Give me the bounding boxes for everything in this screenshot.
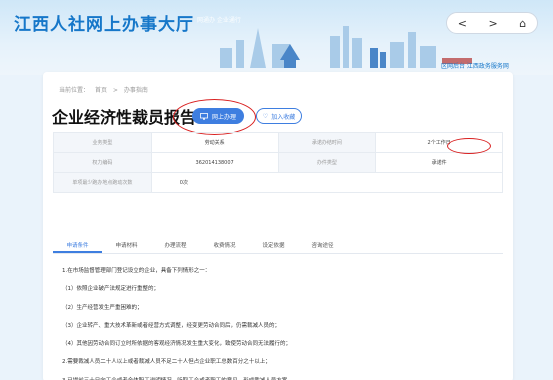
city-skyline-illustration [220,26,472,68]
home-icon[interactable]: ⌂ [519,17,526,30]
forward-icon[interactable]: > [488,17,497,30]
info-key: 业务类型 [53,132,152,153]
conditions-content: 1.在市场监督管理部门登记设立的企业，具备下列情形之一： （1）依照企业破产法规… [62,262,492,380]
table-row: 权力编码 362014138007 办件类型 承诺件 [53,152,503,173]
condition-line: （4）其他因劳动合同订立时所依据的客观经济情况发生重大变化，致使劳动合同无法履行… [62,341,292,348]
breadcrumb-separator: > [112,87,118,94]
header-banner: 江西人社网上办事大厅 网通办 企业通行 < > ⌂ 区网后台 江西政务服务网 [0,0,553,75]
tab-process[interactable]: 办理流程 [151,238,200,253]
info-key: 单项最少跑办地点跑动次数 [53,172,152,193]
annotation-circle-deadline [447,138,491,154]
gov-service-link[interactable]: 区网后台 江西政务服务网 [441,61,509,70]
condition-line: （2）生产经营发生严重困难的； [62,304,143,311]
tab-basis[interactable]: 设定依据 [249,238,298,253]
info-key: 承诺办结时间 [277,132,377,153]
info-value: 0次 [150,172,504,193]
add-favorite-label: 加入收藏 [271,113,296,121]
breadcrumb-prefix: 当前位置： [59,87,90,94]
site-brand[interactable]: 江西人社网上办事大厅 [14,10,194,35]
tab-conditions[interactable]: 申请条件 [53,238,102,253]
service-info-table: 业务类型 劳动关系 承诺办结时间 2个工作日 权力编码 362014138007… [53,132,504,193]
table-row: 单项最少跑办地点跑动次数 0次 [53,172,504,193]
add-favorite-button[interactable]: ♡ 加入收藏 [256,108,302,124]
condition-line: 3.已提前三十日向工会或者全体职工说明情况，听取工会或者职工的意见，形成裁减人员… [62,372,492,380]
breadcrumb-current[interactable]: 办事指南 [124,87,148,94]
annotation-circle-online [173,99,256,135]
info-value: 362014138007 [150,152,279,173]
breadcrumb: 当前位置： 首页 > 办事指南 [59,85,152,94]
guide-tabs: 申请条件 申请材料 办理流程 收费情况 设定依据 咨询途径 [53,238,503,254]
tab-consult[interactable]: 咨询途径 [298,238,347,253]
condition-line: （3）企业转产、重大技术革新或者经营方式调整，经变更劳动合同后，仍需裁减人员的； [62,322,281,329]
info-key: 权力编码 [53,152,152,173]
tab-fees[interactable]: 收费情况 [200,238,249,253]
breadcrumb-home[interactable]: 首页 [95,87,107,94]
browser-nav: < > ⌂ [446,12,538,34]
table-row: 业务类型 劳动关系 承诺办结时间 2个工作日 [53,132,503,153]
condition-line: （1）依照企业破产法规定进行重整的； [62,286,160,293]
heart-icon: ♡ [262,112,269,120]
condition-line: 2.需要裁减人员二十人以上或者裁减人员不足二十人但占企业职工总数百分之十以上； [62,359,271,366]
info-value: 劳动关系 [150,132,279,153]
condition-line: 1.在市场监督管理部门登记设立的企业，具备下列情形之一： [62,268,211,274]
guide-card: 当前位置： 首页 > 办事指南 企业经济性裁员报告 网上办理 ♡ 加入收藏 业务… [43,72,513,380]
back-icon[interactable]: < [458,17,467,30]
info-key: 办件类型 [277,152,377,173]
info-value: 承诺件 [375,152,503,173]
tab-materials[interactable]: 申请材料 [102,238,151,253]
